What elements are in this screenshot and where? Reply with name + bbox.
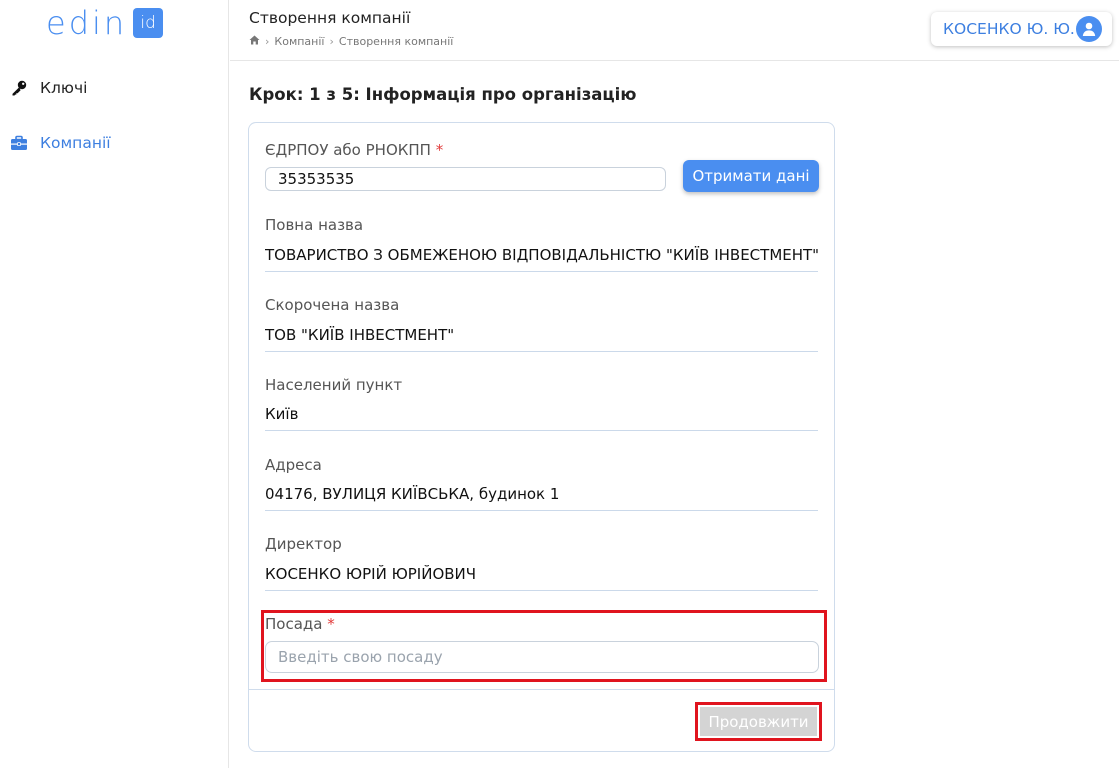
full-name-label: Повна назва	[265, 216, 364, 234]
sidebar: edin id Ключі Компанії	[0, 0, 229, 768]
breadcrumb-companies[interactable]: Компанії	[274, 35, 324, 48]
short-name-value: ТОВ "КИЇВ ІНВЕСТМЕНТ"	[265, 326, 818, 352]
company-form-card: ЄДРПОУ або РНОКПП * Отримати дані Повна …	[248, 122, 835, 752]
director-label: Директор	[265, 535, 342, 553]
logo-text: edin	[46, 4, 128, 42]
position-label: Посада *	[265, 615, 335, 633]
chevron-right-icon: ›	[329, 35, 334, 48]
home-icon[interactable]	[249, 35, 260, 48]
breadcrumb-current: Створення компанії	[338, 35, 454, 48]
page-title: Створення компанії	[249, 9, 411, 27]
edrpou-label-text: ЄДРПОУ або РНОКПП	[265, 141, 431, 159]
user-name: КОСЕНКО Ю. Ю.	[943, 20, 1075, 38]
user-avatar-icon	[1076, 16, 1102, 42]
sidebar-item-keys[interactable]: Ключі	[10, 76, 87, 100]
chevron-right-icon: ›	[265, 35, 270, 48]
city-label: Населений пункт	[265, 376, 403, 394]
position-input[interactable]	[265, 641, 819, 673]
position-label-text: Посада	[265, 615, 323, 633]
sidebar-item-companies[interactable]: Компанії	[10, 131, 111, 155]
required-mark: *	[435, 141, 444, 159]
edrpou-label: ЄДРПОУ або РНОКПП *	[265, 141, 443, 159]
continue-highlight: Продовжити	[695, 702, 822, 741]
short-name-label: Скорочена назва	[265, 296, 400, 314]
full-name-value: ТОВАРИСТВО З ОБМЕЖЕНОЮ ВІДПОВІДАЛЬНІСТЮ …	[265, 246, 818, 272]
logo[interactable]: edin id	[46, 4, 164, 42]
city-value: Київ	[265, 405, 818, 431]
user-menu-button[interactable]: КОСЕНКО Ю. Ю.	[931, 12, 1112, 46]
continue-button[interactable]: Продовжити	[700, 707, 817, 736]
sidebar-item-label: Ключі	[40, 79, 88, 97]
logo-badge: id	[133, 8, 164, 38]
breadcrumb: › Компанії › Створення компанії	[249, 35, 453, 48]
step-title: Крок: 1 з 5: Інформація про організацію	[249, 85, 637, 104]
card-divider	[249, 689, 834, 690]
sidebar-item-label: Компанії	[40, 134, 111, 152]
get-data-button[interactable]: Отримати дані	[683, 160, 819, 192]
key-icon	[10, 79, 28, 97]
director-value: КОСЕНКО ЮРІЙ ЮРІЙОВИЧ	[265, 565, 818, 591]
address-label: Адреса	[265, 456, 322, 474]
briefcase-icon	[10, 134, 28, 152]
required-mark: *	[327, 615, 335, 633]
edrpou-input[interactable]	[265, 167, 666, 191]
header: Створення компанії › Компанії › Створенн…	[230, 0, 1119, 61]
address-value: 04176, ВУЛИЦЯ КИЇВСЬКА, будинок 1	[265, 485, 818, 511]
